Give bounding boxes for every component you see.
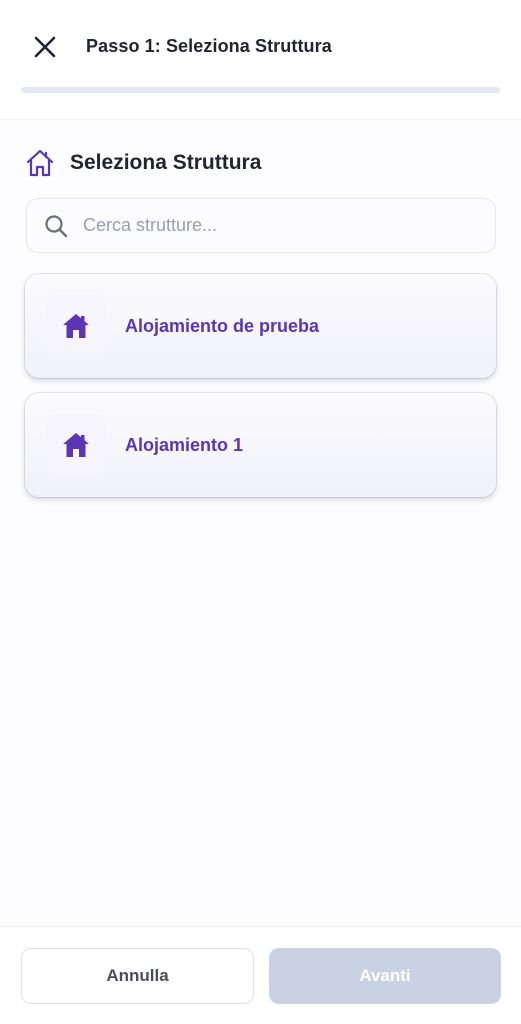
search-input[interactable] xyxy=(83,215,443,236)
step-progress-fill xyxy=(21,87,500,93)
property-label: Alojamiento de prueba xyxy=(125,315,320,336)
top-bar: Passo 1: Seleziona Struttura xyxy=(0,0,521,120)
close-button[interactable] xyxy=(30,32,60,62)
property-icon-box xyxy=(45,295,107,357)
page-title: Passo 1: Seleziona Struttura xyxy=(86,36,332,56)
property-label: Alojamiento 1 xyxy=(125,434,244,455)
property-card-0[interactable]: Alojamiento de prueba xyxy=(25,274,496,378)
next-button[interactable]: Avanti xyxy=(269,948,501,1004)
home-icon xyxy=(63,433,89,457)
property-card-1[interactable]: Alojamiento 1 xyxy=(25,393,496,497)
close-icon xyxy=(34,36,56,58)
footer-actions: Annulla Avanti xyxy=(0,926,521,1024)
step-progress-bar xyxy=(21,87,500,93)
home-icon xyxy=(63,314,89,338)
section-title: Seleziona Struttura xyxy=(70,151,262,174)
search-box[interactable] xyxy=(26,198,496,253)
section-header: Seleziona Struttura xyxy=(24,146,261,180)
search-icon xyxy=(45,214,68,237)
cancel-button[interactable]: Annulla xyxy=(21,948,254,1004)
home-outline-icon xyxy=(26,149,54,177)
property-icon-box xyxy=(45,414,107,476)
